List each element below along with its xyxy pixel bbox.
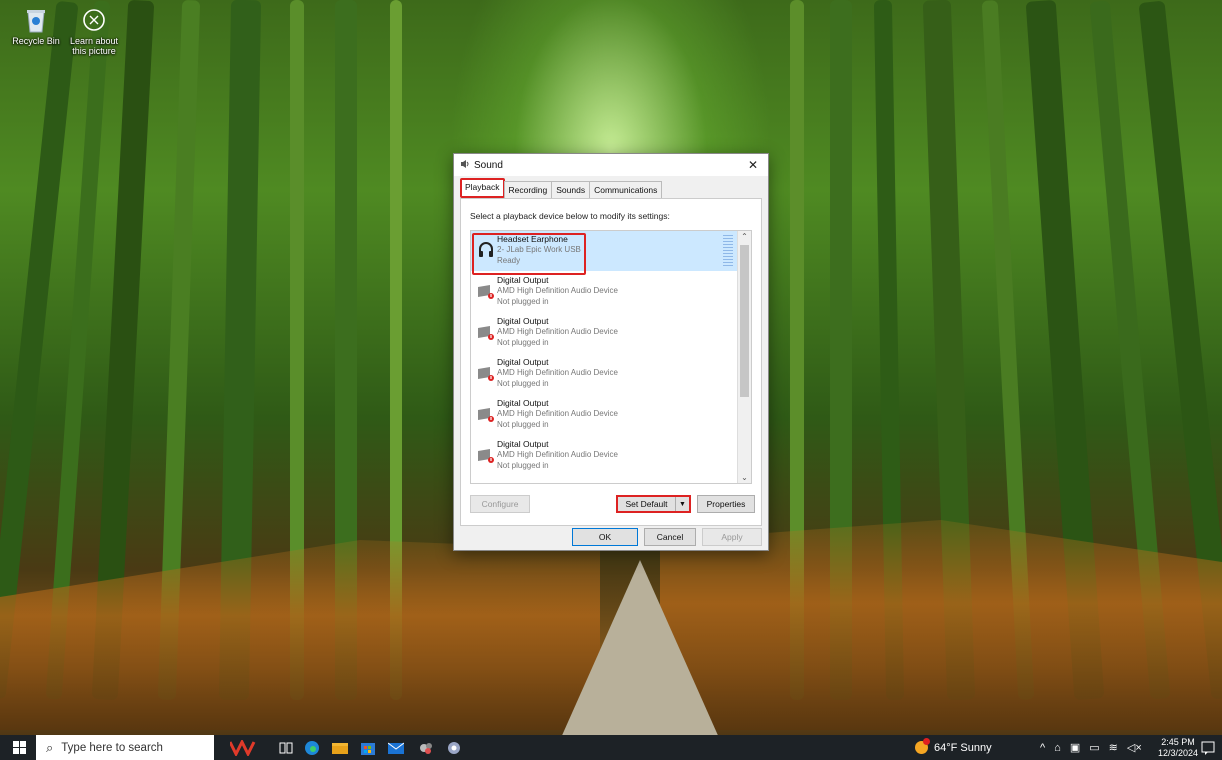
speaker-icon [477, 446, 495, 464]
search-icon: ⌕ [46, 739, 54, 755]
clock-time: 2:45 PM [1161, 736, 1195, 747]
device-status: Not plugged in [497, 420, 549, 429]
windows-start-icon[interactable] [12, 740, 28, 756]
volume-muted-icon[interactable]: ◁× [1127, 741, 1142, 754]
edge-browser-icon[interactable] [304, 740, 320, 756]
tab-strip: Playback Recording Sounds Communications [460, 178, 663, 198]
volume-meter [723, 235, 733, 267]
task-view-icon[interactable] [278, 740, 294, 756]
scroll-down-icon[interactable]: ⌄ [738, 473, 751, 482]
device-detail: AMD High Definition Audio Device [497, 409, 618, 418]
desktop-icon-learn-about-picture[interactable]: Learn about this picture [64, 6, 124, 56]
app-icon[interactable] [446, 740, 462, 756]
dialog-titlebar[interactable]: Sound ✕ [454, 154, 768, 176]
microsoft-store-icon[interactable] [360, 740, 376, 756]
news-widget-icon[interactable] [230, 740, 256, 756]
device-detail: AMD High Definition Audio Device [497, 450, 618, 459]
taskbar: ⌕ Type here to search 64°F Sunny ^ ⌂ ▣ ▭… [0, 735, 1222, 760]
weather-widget[interactable]: 64°F Sunny [915, 735, 992, 760]
desktop-icon-label: Recycle Bin [12, 36, 60, 46]
speaker-icon [477, 282, 495, 300]
speaker-icon [477, 364, 495, 382]
device-status: Not plugged in [497, 379, 549, 388]
device-name: Digital Output [497, 275, 549, 285]
weather-sun-icon [915, 738, 930, 754]
battery-icon[interactable]: ▭ [1089, 741, 1099, 754]
instruction-text: Select a playback device below to modify… [470, 211, 670, 221]
clock-date: 12/3/2024 [1158, 747, 1199, 758]
dialog-title: Sound [474, 159, 503, 171]
cancel-button[interactable]: Cancel [644, 528, 696, 546]
close-button[interactable]: ✕ [738, 158, 768, 172]
set-default-label: Set Default [625, 499, 668, 509]
speaker-icon [477, 405, 495, 423]
taskbar-search-box[interactable]: ⌕ Type here to search [36, 735, 214, 760]
device-name: Digital Output [497, 439, 549, 449]
recycle-bin-icon [21, 6, 51, 34]
speaker-icon [460, 159, 470, 171]
device-name: Digital Output [497, 316, 549, 326]
ok-button[interactable]: OK [572, 528, 638, 546]
device-list-scrollbar[interactable]: ⌃ ⌄ [737, 231, 751, 483]
device-status: Not plugged in [497, 338, 549, 347]
configure-button[interactable]: Configure [470, 495, 530, 513]
device-item-digital-output[interactable]: Digital Output AMD High Definition Audio… [471, 313, 737, 353]
dropdown-arrow-icon[interactable]: ▼ [675, 497, 689, 511]
scroll-up-icon[interactable]: ⌃ [738, 232, 751, 241]
device-item-digital-output[interactable]: Digital Output AMD High Definition Audio… [471, 436, 737, 476]
device-detail: AMD High Definition Audio Device [497, 286, 618, 295]
weather-text: 64°F Sunny [934, 741, 992, 754]
set-default-button[interactable]: Set Default ▼ [616, 495, 691, 513]
device-item-digital-output[interactable]: Digital Output AMD High Definition Audio… [471, 354, 737, 394]
device-list[interactable]: Headset Earphone 2- JLab Epic Work USB R… [470, 230, 752, 484]
device-item-digital-output[interactable]: Digital Output AMD High Definition Audio… [471, 272, 737, 312]
highlight-box [472, 233, 586, 275]
wifi-icon[interactable]: ≋ [1109, 741, 1118, 754]
device-status: Not plugged in [497, 461, 549, 470]
camera-icon [79, 6, 109, 34]
scrollbar-thumb[interactable] [740, 245, 749, 397]
device-name: Digital Output [497, 357, 549, 367]
chevron-up-icon[interactable]: ^ [1040, 742, 1045, 754]
device-detail: AMD High Definition Audio Device [497, 368, 618, 377]
desktop-icon-recycle-bin[interactable]: Recycle Bin [6, 6, 66, 46]
tab-playback[interactable]: Playback [460, 178, 505, 198]
meet-now-icon[interactable]: ⌂ [1054, 742, 1061, 754]
device-detail: AMD High Definition Audio Device [497, 327, 618, 336]
playback-panel: Select a playback device below to modify… [460, 198, 762, 526]
desktop-icon-label: Learn about this picture [69, 36, 119, 56]
notifications-icon[interactable] [1200, 740, 1216, 756]
device-item-digital-output[interactable]: Digital Output AMD High Definition Audio… [471, 395, 737, 435]
tab-communications[interactable]: Communications [589, 181, 663, 198]
search-placeholder: Type here to search [61, 741, 163, 754]
device-item-headset[interactable]: Headset Earphone 2- JLab Epic Work USB R… [471, 231, 737, 275]
mail-icon[interactable] [388, 740, 404, 756]
properties-button[interactable]: Properties [697, 495, 755, 513]
clock[interactable]: 2:45 PM 12/3/2024 [1158, 735, 1198, 760]
system-tray-icons: ^ ⌂ ▣ ▭ ≋ ◁× [1040, 735, 1142, 760]
speaker-icon [477, 323, 495, 341]
photos-app-icon[interactable] [418, 740, 434, 756]
tab-recording[interactable]: Recording [503, 181, 553, 198]
security-icon[interactable]: ▣ [1070, 741, 1080, 754]
file-explorer-icon[interactable] [332, 740, 348, 756]
device-status: Not plugged in [497, 297, 549, 306]
sound-dialog: Sound ✕ Playback Recording Sounds Commun… [453, 153, 769, 551]
apply-button[interactable]: Apply [702, 528, 762, 546]
tab-sounds[interactable]: Sounds [551, 181, 591, 198]
device-name: Digital Output [497, 398, 549, 408]
